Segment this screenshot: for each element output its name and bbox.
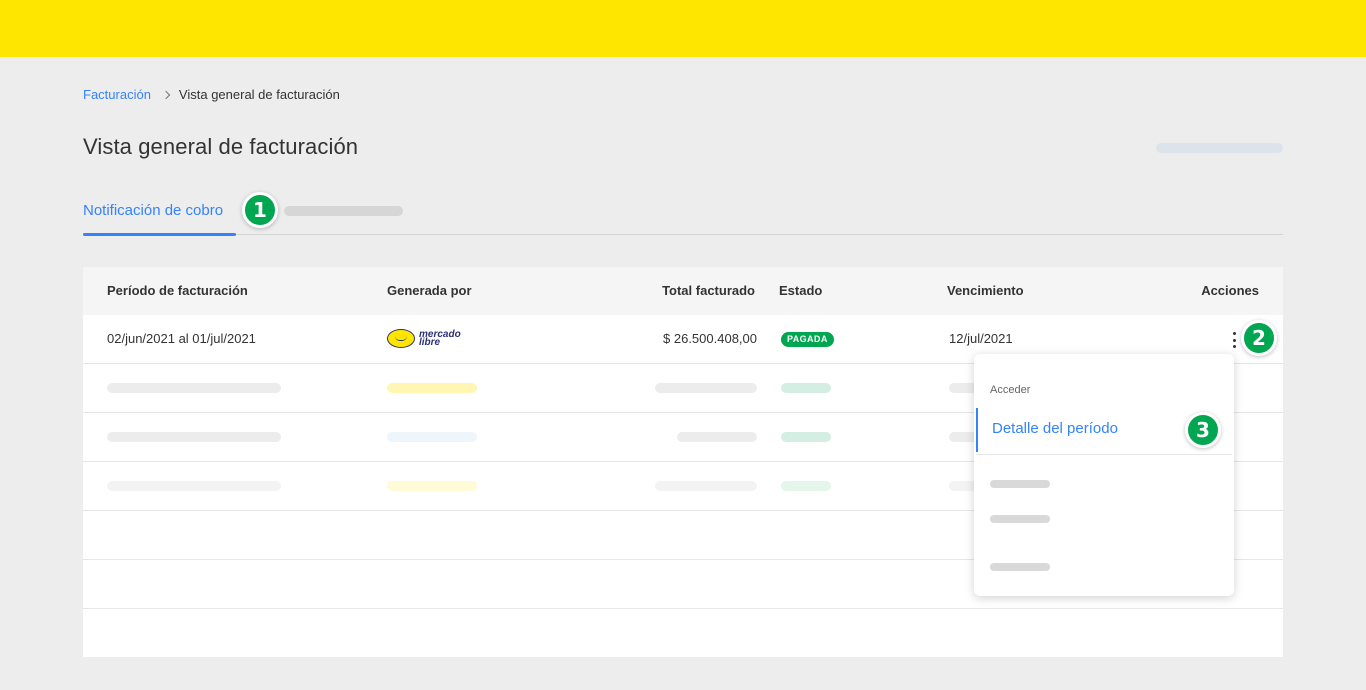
breadcrumb: Facturación Vista general de facturación (83, 87, 340, 102)
skeleton-cell (387, 432, 477, 442)
more-actions-icon[interactable] (1228, 330, 1240, 350)
skeleton-cell (655, 481, 757, 491)
status-badge: PAGADA (781, 332, 834, 347)
skeleton-cell (387, 481, 477, 491)
header-actions: Acciones (1201, 283, 1259, 298)
menu-item-placeholder[interactable] (990, 515, 1050, 523)
skeleton-cell (107, 481, 281, 491)
menu-section-title: Acceder (990, 384, 1031, 396)
skeleton-cell (781, 432, 831, 442)
actions-dropdown-menu: Acceder Detalle del período (974, 354, 1234, 596)
menu-item-placeholder[interactable] (990, 563, 1050, 571)
skeleton-cell (655, 383, 757, 393)
menu-divider (976, 454, 1232, 455)
skeleton-cell (781, 383, 831, 393)
breadcrumb-link-facturacion[interactable]: Facturación (83, 87, 151, 102)
header-total: Total facturado (662, 283, 755, 298)
header-status: Estado (779, 283, 823, 298)
step-badge-1: 1 (242, 192, 278, 228)
breadcrumb-current: Vista general de facturación (178, 87, 340, 102)
tab-notificacion-de-cobro[interactable]: Notificación de cobro (83, 196, 236, 236)
skeleton-cell (107, 432, 281, 442)
header-due: Vencimiento (947, 283, 1024, 298)
table-header: Período de facturación Generada por Tota… (83, 267, 1283, 315)
header-action-placeholder (1156, 143, 1283, 153)
tab-placeholder[interactable] (284, 206, 403, 216)
page-title: Vista general de facturación (83, 134, 359, 159)
skeleton-cell (781, 481, 831, 491)
menu-item-placeholder[interactable] (990, 480, 1050, 488)
row-total: $ 26.500.408,00 (663, 331, 757, 346)
handshake-icon (387, 329, 415, 348)
row-period: 02/jun/2021 al 01/jul/2021 (107, 331, 256, 346)
row-due: 12/jul/2021 (949, 331, 1013, 346)
chevron-right-icon (161, 90, 171, 99)
skeleton-cell (387, 383, 477, 393)
mercado-libre-logo: mercado libre (387, 329, 461, 348)
skeleton-cell (677, 432, 757, 442)
header-generated-by: Generada por (387, 283, 472, 298)
top-header-bar (0, 0, 1366, 57)
step-badge-2: 2 (1241, 320, 1277, 356)
step-badge-3: 3 (1185, 412, 1221, 448)
header-period: Período de facturación (107, 283, 248, 298)
skeleton-cell (107, 383, 281, 393)
